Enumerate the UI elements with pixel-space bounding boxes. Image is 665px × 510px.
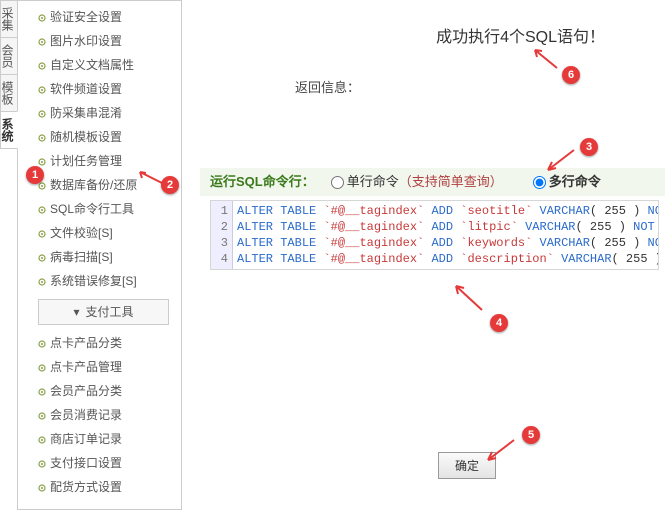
sidebar-section-label: 支付工具 [86, 303, 134, 321]
sidebar-item[interactable]: 随机模板设置 [24, 125, 175, 149]
sidebar-item-label: 支付接口设置 [50, 454, 122, 472]
left-tab-system[interactable]: 系统 [0, 111, 18, 149]
radio-single-input[interactable] [331, 176, 344, 189]
left-tab-strip: 采集 会员 模板 系统 [0, 0, 18, 148]
sidebar-item-label: 病毒扫描[S] [50, 248, 113, 266]
toolbar-label: 运行SQL命令行： [210, 172, 315, 192]
gear-icon [38, 340, 44, 346]
code-content[interactable]: ALTER TABLE `#@__tagindex` ADD `seotitle… [233, 201, 658, 269]
sidebar-item-label: 随机模板设置 [50, 128, 122, 146]
main-area: 成功执行4个SQL语句！ 返回信息： 运行SQL命令行： 单行命令（支持简单查询… [200, 0, 665, 500]
gear-icon [38, 278, 44, 284]
arrow-6 [531, 48, 561, 72]
gear-icon [38, 134, 44, 140]
radio-single-line[interactable]: 单行命令（支持简单查询） [331, 172, 503, 192]
sidebar-section-head[interactable]: ▾ 支付工具 [38, 299, 169, 325]
left-tab-collect[interactable]: 采集 [0, 0, 18, 38]
sidebar-item[interactable]: 系统错误修复[S] [24, 269, 175, 293]
gear-icon [38, 38, 44, 44]
sidebar-item[interactable]: 支付接口设置 [24, 451, 175, 475]
sidebar-item[interactable]: 商店订单记录 [24, 427, 175, 451]
arrow-3 [544, 148, 578, 174]
sql-toolbar: 运行SQL命令行： 单行命令（支持简单查询） 多行命令 [200, 168, 665, 196]
sidebar-item[interactable]: 会员消费记录 [24, 403, 175, 427]
gear-icon [38, 206, 44, 212]
arrow-5 [484, 438, 520, 464]
sidebar-item[interactable]: 配货方式设置 [24, 475, 175, 499]
left-tab-member[interactable]: 会员 [0, 37, 18, 75]
gear-icon [38, 388, 44, 394]
callout-3: 3 [580, 138, 598, 156]
sidebar-item-label: 验证安全设置 [50, 8, 122, 26]
sidebar-item-label: 自定义文档属性 [50, 56, 134, 74]
gear-icon [38, 484, 44, 490]
sidebar-item-label: 图片水印设置 [50, 32, 122, 50]
chevron-down-icon: ▾ [73, 303, 79, 321]
sidebar-item-label: SQL命令行工具 [50, 200, 134, 218]
radio-multi-label: 多行命令 [549, 172, 601, 192]
sidebar-item-label: 会员产品分类 [50, 382, 122, 400]
sidebar-item-label: 点卡产品管理 [50, 358, 122, 376]
sidebar-item[interactable]: 文件校验[S] [24, 221, 175, 245]
sidebar-item-label: 数据库备份/还原 [50, 176, 137, 194]
sidebar-item-label: 计划任务管理 [50, 152, 122, 170]
sidebar-item-label: 商店订单记录 [50, 430, 122, 448]
sidebar-item[interactable]: 验证安全设置 [24, 5, 175, 29]
sidebar-item-label: 会员消费记录 [50, 406, 122, 424]
sidebar-item[interactable]: 自定义文档属性 [24, 53, 175, 77]
callout-2: 2 [161, 176, 179, 194]
gear-icon [38, 62, 44, 68]
sidebar-item[interactable]: 图片水印设置 [24, 29, 175, 53]
sidebar-item-label: 软件频道设置 [50, 80, 122, 98]
sidebar-item-label: 文件校验[S] [50, 224, 113, 242]
sidebar-item[interactable]: 病毒扫描[S] [24, 245, 175, 269]
gear-icon [38, 14, 44, 20]
radio-single-label: 单行命令（支持简单查询） [347, 172, 503, 192]
arrow-4 [452, 284, 488, 314]
sidebar-item[interactable]: 防采集串混淆 [24, 101, 175, 125]
callout-4: 4 [490, 314, 508, 332]
left-tab-template[interactable]: 模板 [0, 74, 18, 112]
sidebar-item-label: 配货方式设置 [50, 478, 122, 496]
gear-icon [38, 158, 44, 164]
sidebar-item-label: 点卡产品分类 [50, 334, 122, 352]
callout-6: 6 [562, 66, 580, 84]
gear-icon [38, 364, 44, 370]
return-info-label: 返回信息： [295, 78, 360, 98]
sidebar-item[interactable]: 会员产品分类 [24, 379, 175, 403]
sidebar-item[interactable]: 点卡产品管理 [24, 355, 175, 379]
gear-icon [38, 412, 44, 418]
gear-icon [38, 230, 44, 236]
sql-code-box[interactable]: 1 2 3 4 ALTER TABLE `#@__tagindex` ADD `… [210, 200, 659, 270]
sidebar-group-a: 验证安全设置图片水印设置自定义文档属性软件频道设置防采集串混淆随机模板设置计划任… [24, 5, 175, 293]
sidebar-item[interactable]: 点卡产品分类 [24, 331, 175, 355]
sidebar-item[interactable]: 软件频道设置 [24, 77, 175, 101]
callout-5: 5 [522, 426, 540, 444]
sidebar: 验证安全设置图片水印设置自定义文档属性软件频道设置防采集串混淆随机模板设置计划任… [17, 0, 182, 510]
sidebar-item-label: 系统错误修复[S] [50, 272, 137, 290]
radio-multi-input[interactable] [533, 176, 546, 189]
sidebar-item-label: 防采集串混淆 [50, 104, 122, 122]
gear-icon [38, 436, 44, 442]
code-gutter: 1 2 3 4 [211, 201, 233, 269]
gear-icon [38, 460, 44, 466]
gear-icon [38, 110, 44, 116]
success-message: 成功执行4个SQL语句！ [436, 26, 605, 50]
sidebar-item[interactable]: SQL命令行工具 [24, 197, 175, 221]
gear-icon [38, 254, 44, 260]
radio-multi-line[interactable]: 多行命令 [533, 172, 601, 192]
gear-icon [38, 86, 44, 92]
sidebar-group-b: 点卡产品分类点卡产品管理会员产品分类会员消费记录商店订单记录支付接口设置配货方式… [24, 331, 175, 499]
callout-1: 1 [26, 166, 44, 184]
